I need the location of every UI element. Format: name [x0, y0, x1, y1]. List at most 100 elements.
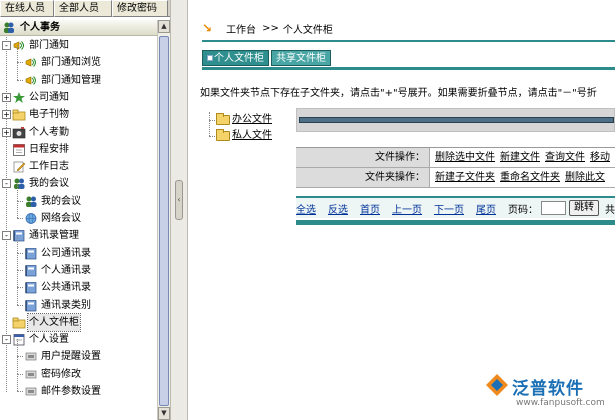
folder-label[interactable]: 办公文件 — [232, 112, 272, 127]
sidebar-item-personal-cabinet[interactable]: 个人文件柜 — [2, 312, 81, 332]
arrow-down-right-icon: ↘ — [202, 21, 213, 35]
megaphone-icon — [24, 74, 38, 87]
sidebar-item-company-notice[interactable]: + 公司通知 — [2, 89, 70, 106]
tab-shared-cabinet[interactable]: 共享文件柜 — [271, 50, 331, 66]
pagination-underline — [296, 220, 615, 225]
sidebar-item-contact-categories[interactable]: 通讯录类别 — [17, 287, 92, 314]
panel-splitter[interactable]: ‹ — [170, 0, 188, 420]
first-page-link[interactable]: 首页 — [360, 201, 380, 216]
expand-icon[interactable]: + — [2, 127, 11, 137]
sidebar-item-my-meeting[interactable]: 我的会议 — [17, 183, 82, 210]
expand-icon[interactable]: + — [2, 92, 11, 102]
cabinet-tabs: 个人文件柜 共享文件柜 — [202, 50, 331, 66]
tree-branch-line — [17, 374, 18, 391]
sidebar-item-label: 工作日志 — [29, 161, 69, 173]
collapse-icon[interactable]: - — [2, 179, 11, 189]
scroll-down-arrow-icon[interactable]: ▼ — [158, 407, 170, 420]
sidebar-item-my-meetings[interactable]: - 我的会议 — [2, 175, 70, 192]
breadcrumb-current: 个人文件柜 — [282, 24, 333, 36]
folder-connector — [209, 136, 215, 137]
sidebar-item-dept-notice[interactable]: - 部门通知 — [2, 37, 70, 54]
delete-selected-files-link[interactable]: 删除选中文件 — [435, 152, 495, 163]
invert-selection-link[interactable]: 反选 — [328, 201, 348, 216]
tab-all-users[interactable]: 全部人员 — [54, 0, 112, 17]
logo-url-text: www.fanpusoft.com — [516, 398, 605, 408]
new-subfolder-link[interactable]: 新建子文件夹 — [435, 172, 495, 183]
prev-page-link[interactable]: 上一页 — [392, 201, 422, 216]
sidebar-item-personal-contacts[interactable]: 个人通讯录 — [17, 252, 92, 279]
search-files-link[interactable]: 查询文件 — [545, 152, 585, 163]
sidebar-item-public-contacts[interactable]: 公共通讯录 — [17, 270, 92, 296]
people-icon — [2, 21, 16, 34]
sidebar-item-label: 个人通讯录 — [41, 264, 91, 276]
file-operations-links: 删除选中文件 新建文件 查询文件 移动 — [435, 148, 615, 167]
section-header-personal-affairs[interactable]: 个人事务 — [0, 20, 157, 36]
sidebar-item-personal-settings[interactable]: - 个人设置 — [2, 331, 70, 348]
sidebar-item-schedule[interactable]: 日程安排 — [2, 141, 70, 158]
tab-online-users[interactable]: 在线人员 — [0, 0, 54, 17]
select-all-link[interactable]: 全选 — [296, 201, 316, 216]
sidebar-item-label: 个人设置 — [29, 334, 69, 346]
sidebar-item-dept-notice-browse[interactable]: 部门通知浏览 — [17, 45, 102, 71]
folder-item-private[interactable]: 私人文件 — [209, 128, 272, 143]
breadcrumb-home[interactable]: 工作台 — [226, 21, 256, 36]
tab-change-password[interactable]: 修改密码 — [112, 0, 168, 17]
tree-leaf-icon — [2, 162, 11, 171]
sidebar-item-company-contacts[interactable]: 公司通讯录 — [17, 235, 92, 262]
sidebar-item-address-book-management[interactable]: - 通讯录管理 — [2, 227, 80, 244]
splitter-collapse-icon[interactable]: ‹ — [175, 180, 183, 220]
folder-icon — [216, 112, 230, 125]
move-file-link[interactable]: 移动 — [590, 152, 610, 163]
next-page-link[interactable]: 下一页 — [434, 201, 464, 216]
folder-label[interactable]: 私人文件 — [232, 128, 272, 143]
scroll-thumb[interactable] — [159, 36, 169, 406]
tree-connector — [17, 79, 23, 81]
sidebar-item-label: 公共通讯录 — [41, 282, 91, 294]
sidebar-item-e-publication[interactable]: + 电子刊物 — [2, 106, 70, 123]
folder-item-office[interactable]: 办公文件 — [209, 112, 272, 127]
sidebar-item-label: 通讯录管理 — [29, 230, 79, 242]
operations-table: 文件操作： 删除选中文件 新建文件 查询文件 移动 文件夹操作： 新建子文件夹 重命名文… — [296, 147, 615, 188]
sidebar-item-label: 日程安排 — [29, 143, 69, 155]
tree-branch-line — [17, 287, 18, 305]
sidebar-item-label: 通讯录类别 — [41, 299, 91, 311]
tab-personal-cabinet[interactable]: 个人文件柜 — [202, 50, 269, 66]
sidebar-item-dept-notice-manage[interactable]: 部门通知管理 — [17, 62, 102, 89]
delete-folder-link[interactable]: 删除此文 — [565, 172, 605, 183]
sidebar-item-label: 网络会议 — [41, 213, 81, 224]
pencil-icon — [12, 160, 26, 173]
scroll-up-arrow-icon[interactable]: ▲ — [158, 20, 170, 33]
sidebar-item-password-change[interactable]: 密码修改 — [17, 356, 82, 383]
tree-branch-line — [17, 339, 18, 357]
sidebar-item-attendance[interactable]: + 个人考勤 — [2, 124, 70, 141]
sidebar-item-label: 个人考勤 — [29, 126, 69, 138]
section-title: 个人事务 — [20, 22, 60, 33]
rename-folder-link[interactable]: 重命名文件夹 — [500, 172, 560, 183]
tree-branch-line — [17, 356, 18, 374]
file-operations-row: 文件操作： 删除选中文件 新建文件 查询文件 移动 — [296, 148, 615, 168]
sidebar-item-label: 公司通知 — [29, 91, 69, 103]
sidebar-item-work-log[interactable]: 工作日志 — [2, 158, 70, 175]
tree-leaf-icon — [2, 318, 11, 327]
star-icon — [12, 91, 26, 104]
file-operations-label: 文件操作： — [296, 148, 430, 167]
page-number-input[interactable] — [541, 201, 566, 215]
sidebar-item-reminder-settings[interactable]: 用户提醒设置 — [17, 339, 102, 365]
new-file-link[interactable]: 新建文件 — [500, 152, 540, 163]
go-page-button[interactable]: 跳转 — [569, 200, 599, 216]
tree-branch-line — [17, 45, 18, 63]
breadcrumb-separator: >> — [262, 22, 279, 34]
collapse-icon[interactable]: - — [2, 335, 11, 345]
sidebar-item-mail-settings[interactable]: 邮件参数设置 — [17, 374, 102, 400]
folder-hint-text: 如果文件夹节点下存在子文件夹，请点击"+"号展开。如果需要折叠节点，请点击"－"… — [200, 88, 597, 99]
tree-connector — [17, 304, 23, 306]
folder-operations-row: 文件夹操作： 新建子文件夹 重命名文件夹 删除此文 — [296, 168, 615, 188]
sidebar-item-online-meeting[interactable]: 网络会议 — [17, 201, 82, 227]
collapse-icon[interactable]: - — [2, 41, 11, 50]
last-page-link[interactable]: 尾页 — [476, 201, 496, 216]
expand-icon[interactable]: + — [2, 110, 11, 120]
sidebar-item-label: 部门通知管理 — [41, 74, 101, 86]
left-scrollbar[interactable]: ▲ ▼ — [157, 20, 170, 420]
camera-icon — [12, 126, 26, 139]
collapse-icon[interactable]: - — [2, 231, 11, 241]
